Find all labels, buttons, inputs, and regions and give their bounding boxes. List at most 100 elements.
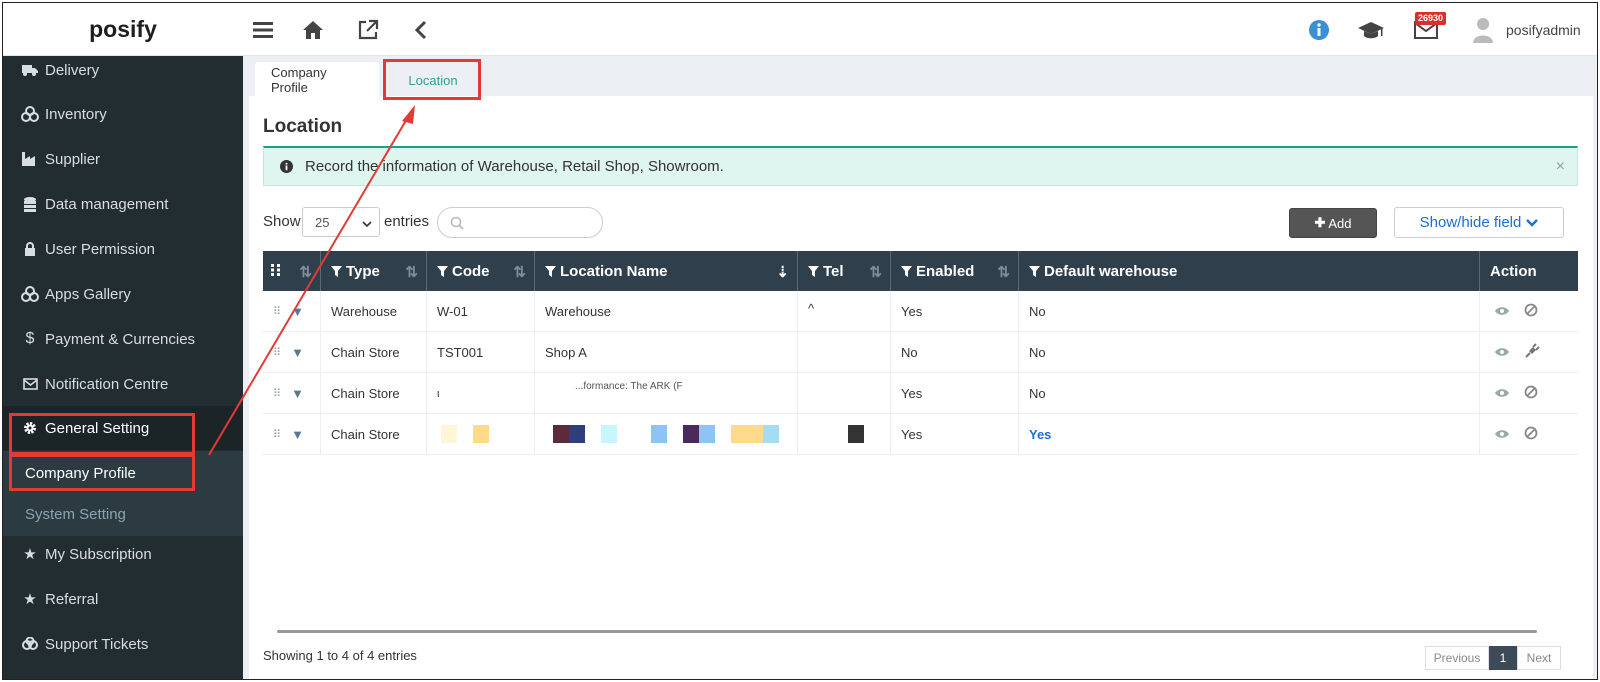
sidebar-item-label: User Permission	[45, 240, 156, 258]
row-handle[interactable]: ⠿ ▼	[263, 332, 321, 373]
filter-icon[interactable]	[331, 265, 342, 277]
column-label: Location Name	[560, 262, 668, 280]
eye-icon[interactable]	[1494, 386, 1510, 401]
expand-caret-icon[interactable]: ▼	[291, 427, 304, 442]
filter-icon[interactable]	[808, 265, 819, 277]
sidebar-item-payment[interactable]: $ Payment & Currencies	[3, 317, 243, 361]
cell-actions	[1480, 373, 1578, 414]
cell-type: Chain Store	[321, 373, 427, 414]
sidebar-item-delivery[interactable]: Delivery	[3, 48, 243, 92]
sidebar-item-label: Notification Centre	[45, 375, 169, 393]
row-handle[interactable]: ⠿ ▼	[263, 291, 321, 332]
column-label: Enabled	[916, 262, 975, 280]
filter-icon[interactable]	[437, 265, 448, 277]
show-hide-label: Show/hide field	[1419, 214, 1522, 231]
table-row[interactable]: ⠿ ▼ Chain Store TST001 Shop A No No	[263, 332, 1578, 373]
sidebar-item-support-tickets[interactable]: Support Tickets	[3, 622, 243, 666]
column-type[interactable]: Type ⇅	[321, 251, 427, 291]
eye-icon[interactable]	[1494, 304, 1510, 319]
table-info: Showing 1 to 4 of 4 entries	[263, 648, 417, 663]
sort-icon[interactable]: ⇅	[405, 263, 418, 281]
sidebar-item-label: Support Tickets	[45, 635, 149, 653]
column-drag-handle[interactable]: ⇅	[263, 251, 321, 291]
plug-icon[interactable]	[1524, 343, 1540, 362]
column-action: Action	[1480, 251, 1578, 291]
sidebar-item-supplier[interactable]: Supplier	[3, 137, 243, 181]
disable-icon[interactable]	[1524, 385, 1538, 402]
main-content: Company Profile Location Location Record…	[243, 56, 1597, 679]
column-default-warehouse[interactable]: Default warehouse	[1019, 251, 1480, 291]
annotation-box-location-tab	[383, 59, 481, 100]
external-link-icon[interactable]	[355, 17, 381, 43]
sidebar-item-user-permission[interactable]: User Permission	[3, 227, 243, 271]
redaction-block	[848, 425, 864, 443]
column-location-name[interactable]: Location Name ⇣	[535, 251, 798, 291]
sort-icon[interactable]: ⇅	[869, 263, 882, 281]
expand-caret-icon[interactable]: ▼	[291, 345, 304, 360]
sidebar-item-inventory[interactable]: Inventory	[3, 92, 243, 136]
tab-company-profile[interactable]: Company Profile	[255, 62, 379, 98]
row-handle[interactable]: ⠿ ▼	[263, 414, 321, 455]
sidebar-item-label: Inventory	[45, 105, 107, 123]
table-row[interactable]: ⠿ ▼ Chain Store Yes Yes	[263, 414, 1578, 455]
search-icon	[450, 216, 464, 233]
cell-enabled: Yes	[891, 373, 1019, 414]
expand-caret-icon[interactable]: ▼	[291, 386, 304, 401]
truck-icon	[21, 62, 39, 78]
sort-icon[interactable]: ⇅	[513, 263, 526, 281]
filter-icon[interactable]	[545, 265, 556, 277]
filter-icon[interactable]	[901, 265, 912, 277]
close-icon[interactable]: ×	[1556, 158, 1565, 176]
column-tel[interactable]: Tel ⇅	[798, 251, 891, 291]
table-row[interactable]: ⠿ ▼ Chain Store ι ...formance: The ARK (…	[263, 373, 1578, 414]
graduation-cap-icon[interactable]	[1357, 16, 1385, 44]
disable-icon[interactable]	[1524, 426, 1538, 443]
filter-icon[interactable]	[1029, 265, 1040, 277]
sidebar-item-apps-gallery[interactable]: Apps Gallery	[3, 272, 243, 316]
add-button[interactable]: ✚ Add	[1289, 208, 1377, 238]
search-input[interactable]	[437, 207, 603, 238]
previous-page-button[interactable]: Previous	[1425, 646, 1489, 670]
disable-icon[interactable]	[1524, 303, 1538, 320]
show-hide-field-button[interactable]: Show/hide field	[1394, 207, 1564, 238]
sidebar-item-referral[interactable]: ★ Referral	[3, 577, 243, 621]
user-avatar-icon[interactable]	[1469, 16, 1497, 44]
redaction-block	[569, 425, 585, 443]
home-icon[interactable]	[300, 17, 326, 43]
submenu-system-setting[interactable]: System Setting	[3, 494, 243, 534]
sort-desc-icon[interactable]: ⇣	[776, 263, 789, 281]
column-enabled[interactable]: Enabled ⇅	[891, 251, 1019, 291]
table-row[interactable]: ⠿ ▼ Warehouse W-01 Warehouse ^ Yes No	[263, 291, 1578, 332]
sidebar-item-label: Supplier	[45, 150, 101, 168]
eye-icon[interactable]	[1494, 345, 1510, 360]
redaction-block	[731, 425, 763, 443]
page-size-select[interactable]: 25	[302, 207, 380, 237]
eye-icon[interactable]	[1494, 427, 1510, 442]
expand-caret-icon[interactable]: ▼	[291, 304, 304, 319]
menu-icon[interactable]	[250, 17, 276, 43]
database-icon	[21, 196, 39, 212]
sidebar-item-notification-centre[interactable]: Notification Centre	[3, 362, 243, 406]
redaction-block	[601, 425, 617, 443]
redaction-block	[763, 425, 779, 443]
next-page-button[interactable]: Next	[1517, 646, 1561, 670]
sidebar-item-label: Data management	[45, 195, 169, 213]
sidebar-item-label: My Subscription	[45, 545, 152, 563]
info-icon[interactable]	[1305, 16, 1333, 44]
sort-icon[interactable]: ⇅	[997, 263, 1010, 281]
pagination: Previous 1 Next	[1425, 646, 1561, 670]
back-icon[interactable]	[408, 17, 434, 43]
column-label: Type	[346, 262, 380, 280]
envelope-icon	[21, 376, 39, 392]
sidebar-item-data-management[interactable]: Data management	[3, 182, 243, 226]
sidebar-item-my-subscription[interactable]: ★ My Subscription	[3, 532, 243, 576]
row-handle[interactable]: ⠿ ▼	[263, 373, 321, 414]
cell-location-name: ...formance: The ARK (F	[535, 373, 798, 414]
page-1-button[interactable]: 1	[1489, 646, 1517, 670]
cubes-icon	[21, 286, 39, 302]
user-name[interactable]: posifyadmin	[1506, 22, 1581, 38]
sort-icon[interactable]: ⇅	[299, 263, 312, 281]
column-code[interactable]: Code ⇅	[427, 251, 535, 291]
annotation-box-general-setting	[9, 413, 195, 455]
horizontal-scrollbar[interactable]	[277, 630, 1537, 633]
